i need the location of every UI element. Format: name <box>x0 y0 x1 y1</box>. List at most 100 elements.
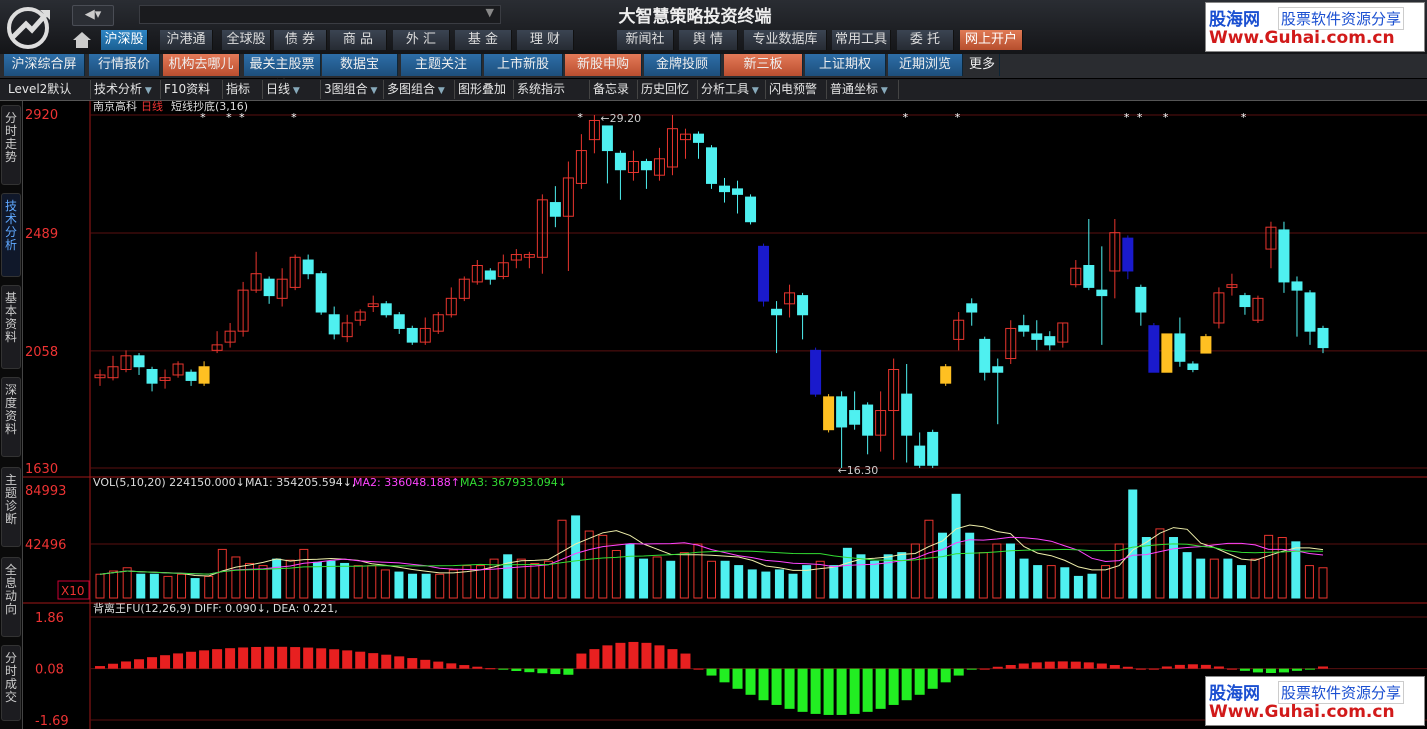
side-tab-4[interactable]: 主题诊断 <box>1 467 21 547</box>
side-tab-5[interactable]: 全息动向 <box>1 557 21 637</box>
volume-bar <box>1033 565 1043 599</box>
right-tab-2[interactable]: 专业数据库 <box>744 30 827 50</box>
toolbar-label: 普通坐标 <box>830 82 879 96</box>
volume-bar <box>353 565 363 599</box>
macd-bar <box>979 668 990 670</box>
candle-body <box>263 278 275 297</box>
subnav-tab-2[interactable]: 机构去哪儿 <box>163 54 240 76</box>
macd-bar <box>212 649 223 669</box>
candle-body <box>1031 333 1043 340</box>
candle-body <box>549 202 561 217</box>
macd-bar <box>511 668 522 672</box>
address-box[interactable]: ▼ <box>139 5 501 24</box>
side-tab-0[interactable]: 分时走势 <box>1 105 21 185</box>
volume-bar <box>1277 537 1287 599</box>
toolbar-item-0[interactable]: Level2默认 <box>4 80 91 99</box>
macd-bar <box>693 668 704 670</box>
dropdown-arrow-icon[interactable]: ▼ <box>368 86 378 96</box>
macd-bar <box>498 668 509 670</box>
volume-bar <box>435 573 445 599</box>
chart-area[interactable]: 2920248920581630南京高科 日线 短线抄底(3,16)* * * * * * * *… <box>23 101 1427 729</box>
main-tab-0[interactable]: 沪深股 <box>101 30 148 50</box>
main-tab-7[interactable]: 理 财 <box>517 30 574 50</box>
side-tab-6[interactable]: 分时成交 <box>1 645 21 721</box>
subnav-tab-4[interactable]: 数据宝 <box>322 54 398 76</box>
main-tab-5[interactable]: 外 汇 <box>393 30 450 50</box>
toolbar-item-9[interactable]: 备忘录 <box>589 80 638 99</box>
dropdown-arrow-icon[interactable]: ▼ <box>142 86 152 96</box>
subnav-tab-12[interactable]: 更多 <box>965 54 1000 76</box>
toolbar-label: 多图组合 <box>387 82 436 96</box>
candle-body <box>328 314 340 335</box>
main-tab-6[interactable]: 基 金 <box>455 30 512 50</box>
toolbar-item-12[interactable]: 闪电预警 <box>765 80 827 99</box>
toolbar-item-3[interactable]: 指标 <box>222 80 263 99</box>
toolbar-item-2[interactable]: F10资料 <box>160 80 223 99</box>
volume-bar <box>163 575 173 599</box>
macd-bar <box>225 648 236 669</box>
macd-bar <box>1005 665 1016 669</box>
macd-bar <box>329 649 340 669</box>
subnav-tab-3[interactable]: 最关主股票池 <box>244 54 321 94</box>
subnav-tab-7[interactable]: 新股申购 <box>565 54 642 76</box>
toolbar-label: 闪电预警 <box>769 82 818 96</box>
toolbar-item-11[interactable]: 分析工具 ▼ <box>697 80 766 99</box>
side-tab-3[interactable]: 深度资料 <box>1 377 21 457</box>
main-tab-2[interactable]: 全球股 <box>222 30 271 50</box>
right-tab-3[interactable]: 常用工具 <box>832 30 891 50</box>
toolbar-item-10[interactable]: 历史回忆 <box>637 80 698 99</box>
address-dropdown-icon[interactable]: ▼ <box>486 6 494 19</box>
macd-bar <box>199 650 210 669</box>
macd-bar <box>810 668 821 714</box>
volume-bar <box>639 558 649 599</box>
macd-bar <box>316 648 327 669</box>
toolbar-item-8[interactable]: 系统指示 <box>513 80 590 99</box>
macd-bar <box>1174 664 1185 669</box>
subnav-tab-11[interactable]: 近期浏览 <box>888 54 963 76</box>
right-tab-4[interactable]: 委 托 <box>897 30 954 50</box>
subnav-tab-1[interactable]: 行情报价 <box>89 54 160 76</box>
subnav-tab-0[interactable]: 沪深综合屏 <box>4 54 85 76</box>
high-marker: ←29.20 <box>600 112 641 125</box>
toolbar-item-13[interactable]: 普通坐标 ▼ <box>826 80 899 99</box>
macd-bar <box>238 647 249 669</box>
toolbar-item-1[interactable]: 技术分析 ▼ <box>90 80 161 99</box>
candle-body <box>810 349 822 395</box>
dropdown-arrow-icon[interactable]: ▼ <box>290 86 300 96</box>
subnav-tab-10[interactable]: 上证期权 <box>805 54 886 76</box>
candle-body <box>1083 265 1095 288</box>
toolbar-item-4[interactable]: 日线 ▼ <box>262 80 321 99</box>
volume-bar <box>720 560 730 599</box>
side-tab-2[interactable]: 基本资料 <box>1 285 21 369</box>
volume-bar <box>666 560 676 599</box>
candle-body <box>1239 295 1251 308</box>
macd-bar <box>927 668 938 689</box>
home-icon[interactable] <box>68 30 96 50</box>
period-label: 日线 <box>141 101 163 113</box>
right-tab-1[interactable]: 舆 情 <box>679 30 738 50</box>
subnav-tab-6[interactable]: 上市新股 <box>484 54 563 76</box>
side-tabs: 分时走势技术分析基本资料深度资料主题诊断全息动向分时成交 <box>0 101 23 729</box>
macd-bar <box>446 663 457 669</box>
macd-bar <box>1213 666 1224 669</box>
main-tab-4[interactable]: 商 品 <box>330 30 387 50</box>
back-button[interactable]: ◀▾ <box>72 5 114 26</box>
subnav-tab-9[interactable]: 新三板 <box>724 54 803 76</box>
toolbar-item-7[interactable]: 图形叠加 <box>454 80 514 99</box>
macd-bar <box>485 668 496 670</box>
toolbar-label: 分析工具 <box>701 82 750 96</box>
toolbar-item-5[interactable]: 3图组合 ▼ <box>320 80 384 99</box>
main-tab-1[interactable]: 沪港通 <box>160 30 213 50</box>
candle-body <box>940 366 952 384</box>
subnav-tab-8[interactable]: 金牌投顾 <box>644 54 721 76</box>
dropdown-arrow-icon[interactable]: ▼ <box>749 86 759 96</box>
dropdown-arrow-icon[interactable]: ▼ <box>435 86 445 96</box>
side-tab-1[interactable]: 技术分析 <box>1 193 21 277</box>
main-tab-3[interactable]: 债 券 <box>274 30 327 50</box>
right-tab-5[interactable]: 网上开户 <box>960 30 1023 50</box>
dropdown-arrow-icon[interactable]: ▼ <box>878 86 888 96</box>
right-tab-0[interactable]: 新闻社 <box>617 30 674 50</box>
subnav-tab-5[interactable]: 主题关注 <box>401 54 482 76</box>
macd-bar <box>524 668 535 673</box>
toolbar-item-6[interactable]: 多图组合 ▼ <box>383 80 455 99</box>
